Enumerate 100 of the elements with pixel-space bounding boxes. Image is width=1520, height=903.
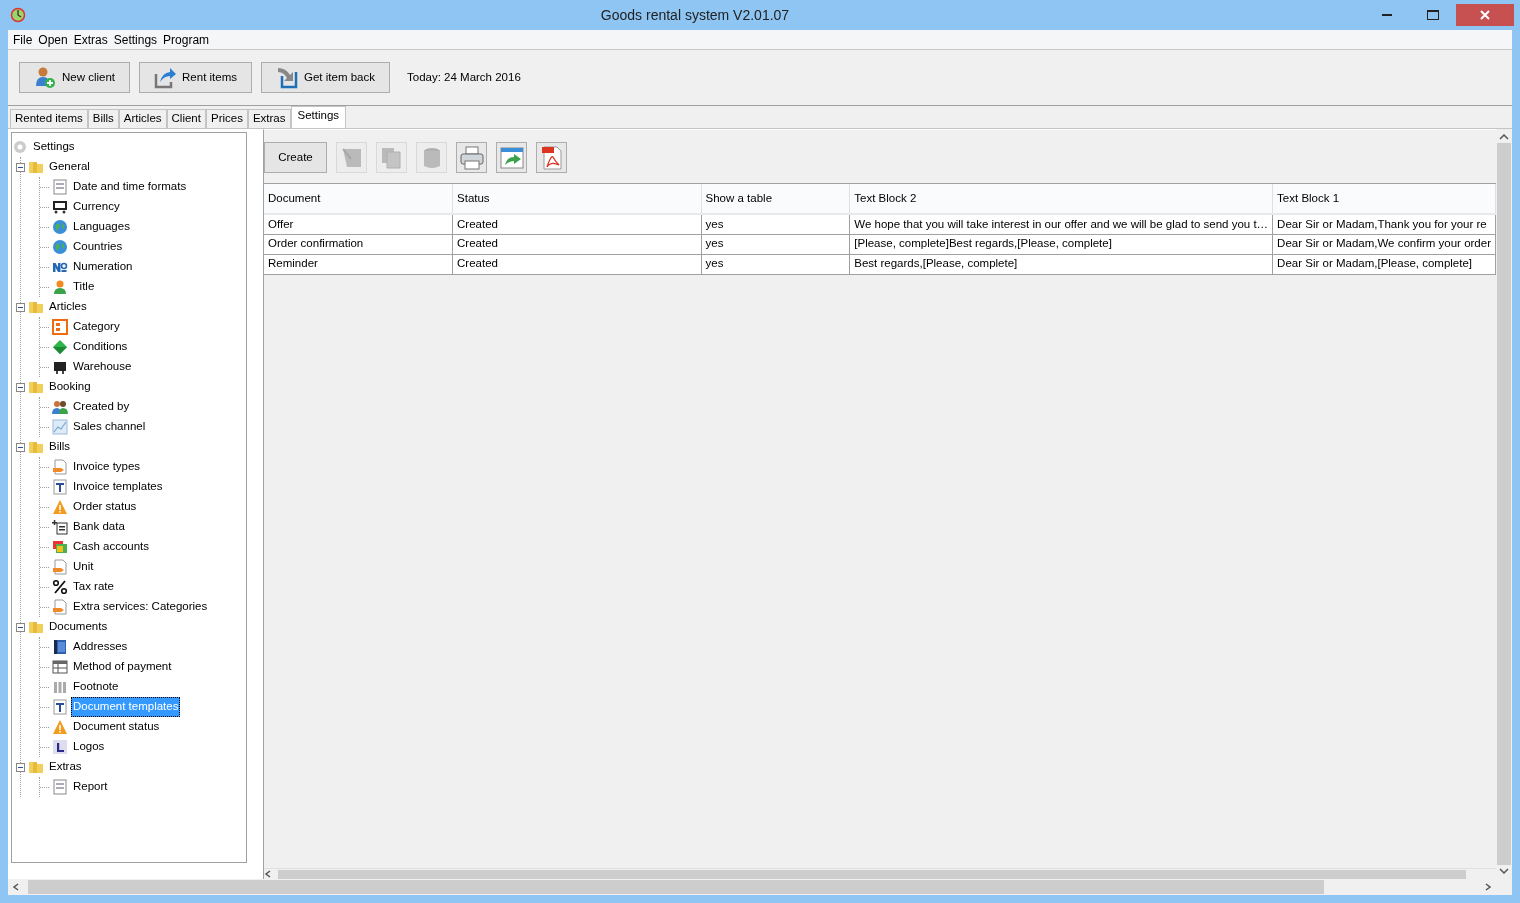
tree-item[interactable]: Report bbox=[71, 777, 110, 797]
toolbar-button[interactable]: Rent items bbox=[139, 62, 253, 93]
tree-item[interactable]: Bills bbox=[47, 437, 73, 457]
close-icon bbox=[1480, 10, 1490, 20]
printer-icon bbox=[458, 144, 485, 171]
tree-item[interactable]: Title bbox=[71, 277, 97, 297]
tree-item[interactable]: Unit bbox=[71, 557, 96, 577]
tab[interactable]: Extras bbox=[247, 109, 291, 128]
document-icon bbox=[52, 559, 68, 575]
column-header[interactable]: Show a table bbox=[701, 184, 850, 214]
tree-item[interactable]: Languages bbox=[71, 217, 132, 237]
collapse-icon[interactable] bbox=[16, 622, 25, 632]
close-button[interactable] bbox=[1456, 4, 1514, 26]
tab[interactable]: Rented items bbox=[10, 109, 88, 128]
scrollbar-thumb[interactable] bbox=[278, 869, 1466, 879]
box-icon bbox=[52, 359, 68, 375]
tree-item[interactable]: Invoice templates bbox=[71, 477, 165, 497]
tab[interactable]: Articles bbox=[118, 109, 167, 128]
category-icon bbox=[52, 319, 68, 335]
document-icon bbox=[52, 459, 68, 475]
menu-item[interactable]: Extras bbox=[70, 30, 111, 49]
icon-button[interactable] bbox=[456, 142, 487, 173]
folder-icon bbox=[28, 439, 44, 455]
tab[interactable]: Bills bbox=[87, 109, 119, 128]
toolbar-button[interactable]: Get item back bbox=[261, 62, 390, 93]
template-icon bbox=[52, 479, 68, 495]
person-add-icon bbox=[34, 65, 58, 90]
minimize-icon bbox=[1382, 14, 1392, 16]
tree-item[interactable]: General bbox=[47, 157, 92, 177]
table-cell: We hope that you will take interest in our offer and we will be glad to send you t… bbox=[849, 214, 1273, 234]
scroll-down-icon[interactable] bbox=[1499, 867, 1509, 875]
icon-button[interactable] bbox=[496, 142, 527, 173]
table-cell: Order confirmation bbox=[264, 234, 453, 254]
collapse-icon[interactable] bbox=[16, 162, 25, 172]
tree-item[interactable]: Tax rate bbox=[71, 577, 116, 597]
create-button[interactable]: Create bbox=[264, 142, 327, 173]
tree-item[interactable]: Booking bbox=[47, 377, 93, 397]
scroll-left-icon[interactable] bbox=[12, 883, 20, 891]
monitor-icon bbox=[52, 199, 68, 215]
tab[interactable]: Settings bbox=[290, 106, 347, 128]
tree-item[interactable]: Conditions bbox=[71, 337, 130, 357]
tree-item[interactable]: Category bbox=[71, 317, 122, 337]
export-icon bbox=[498, 144, 525, 171]
column-header[interactable]: Text Block 1 bbox=[1272, 184, 1496, 214]
folder-icon bbox=[28, 619, 44, 635]
tree-item[interactable]: Created by bbox=[71, 397, 132, 417]
tree-item[interactable]: Logos bbox=[71, 737, 107, 757]
column-header[interactable]: Document bbox=[264, 184, 453, 214]
tree-item[interactable]: Currency bbox=[71, 197, 122, 217]
scroll-left-icon[interactable] bbox=[264, 870, 272, 878]
folder-icon bbox=[28, 299, 44, 315]
menu-item[interactable]: Settings bbox=[110, 30, 161, 49]
percent-icon bbox=[52, 579, 68, 595]
tree-item[interactable]: Numeration bbox=[71, 257, 135, 277]
menu-item[interactable]: Open bbox=[35, 30, 71, 49]
tree-item[interactable]: Addresses bbox=[71, 637, 130, 657]
list-icon bbox=[52, 519, 68, 535]
scroll-up-icon[interactable] bbox=[1499, 133, 1509, 141]
tree-item[interactable]: Extras bbox=[47, 757, 84, 777]
menu-item[interactable]: File bbox=[10, 30, 36, 49]
collapse-icon[interactable] bbox=[16, 382, 25, 392]
form-icon bbox=[52, 179, 68, 195]
scrollbar-thumb[interactable] bbox=[28, 880, 1324, 894]
tree-item[interactable]: Cash accounts bbox=[71, 537, 152, 557]
tab[interactable]: Client bbox=[166, 109, 206, 128]
tree-item[interactable]: Invoice types bbox=[71, 457, 143, 477]
tree-item[interactable]: Bank data bbox=[71, 517, 127, 537]
menu-item[interactable]: Program bbox=[160, 30, 213, 49]
maximize-icon bbox=[1427, 10, 1439, 20]
tree-item[interactable]: Footnote bbox=[71, 677, 121, 697]
person-icon bbox=[52, 279, 68, 295]
tree-item[interactable]: Method of payment bbox=[71, 657, 174, 677]
table-cell: Best regards,[Please, complete] bbox=[849, 254, 1273, 274]
column-header[interactable]: Text Block 2 bbox=[849, 184, 1273, 214]
tree-item[interactable]: Sales channel bbox=[71, 417, 148, 437]
collapse-icon[interactable] bbox=[16, 762, 25, 772]
table-icon bbox=[52, 659, 68, 675]
tree-item[interactable]: Documents bbox=[47, 617, 110, 637]
tab[interactable]: Prices bbox=[205, 109, 248, 128]
collapse-icon[interactable] bbox=[16, 302, 25, 312]
scrollbar-thumb[interactable] bbox=[1497, 143, 1511, 865]
template-icon bbox=[52, 699, 68, 715]
column-header[interactable]: Status bbox=[452, 184, 702, 214]
warning-icon bbox=[52, 499, 68, 515]
tree-item[interactable]: Settings bbox=[31, 137, 77, 157]
share-arrow-icon bbox=[154, 65, 179, 90]
tree-item[interactable]: Extra services: Categories bbox=[71, 597, 210, 617]
toolbar-button[interactable]: New client bbox=[19, 62, 131, 93]
tree-item[interactable]: Articles bbox=[47, 297, 89, 317]
tree-item[interactable]: Order status bbox=[71, 497, 139, 517]
folder-icon bbox=[28, 159, 44, 175]
icon-button[interactable] bbox=[536, 142, 567, 173]
scroll-right-icon[interactable] bbox=[1484, 883, 1492, 891]
tree-item[interactable]: Date and time formats bbox=[71, 177, 189, 197]
collapse-icon[interactable] bbox=[16, 442, 25, 452]
tree-item[interactable]: Warehouse bbox=[71, 357, 134, 377]
tree-item[interactable]: Countries bbox=[71, 237, 125, 257]
form-icon bbox=[52, 779, 68, 795]
table-cell: Offer bbox=[264, 214, 453, 234]
tree-item[interactable]: Document status bbox=[71, 717, 162, 737]
